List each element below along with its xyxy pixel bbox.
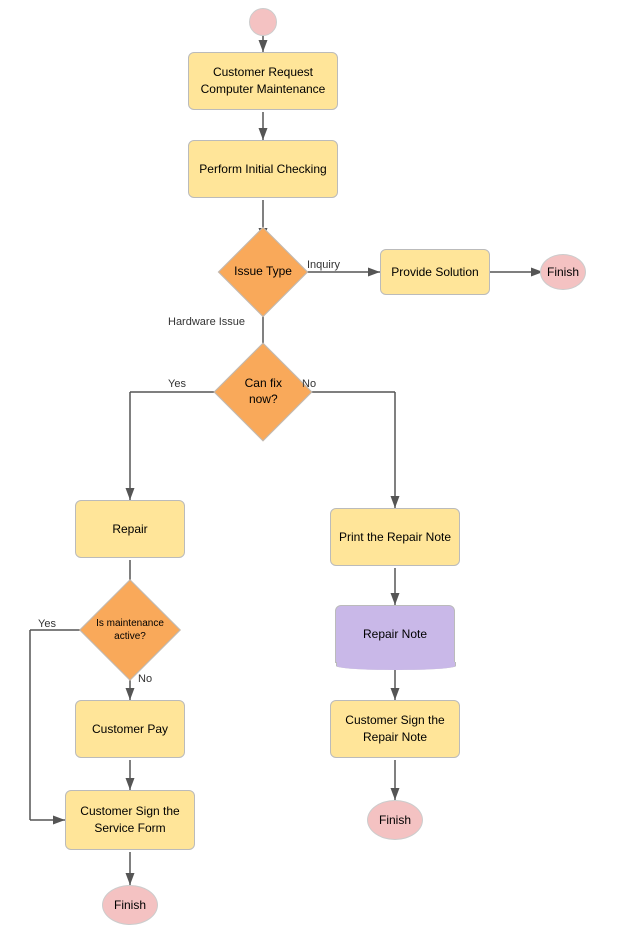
no-maint-label: No — [138, 673, 152, 685]
maintenance-label: Is maintenance active? — [95, 617, 165, 643]
finish3-label: Finish — [114, 898, 146, 912]
initial-check-label: Perform Initial Checking — [199, 162, 326, 176]
finish1-node: Finish — [540, 254, 586, 290]
inquiry-label: Inquiry — [307, 259, 340, 271]
issue-type-label: Issue Type — [234, 264, 292, 280]
flowchart: Customer Request Computer Maintenance Pe… — [0, 0, 636, 950]
customer-sign-form-label: Customer Sign the Service Form — [66, 803, 194, 837]
finish3-node: Finish — [102, 885, 158, 925]
print-note-label: Print the Repair Note — [339, 529, 451, 546]
customer-pay-label: Customer Pay — [92, 722, 168, 736]
can-fix-diamond: Can fix now? — [214, 343, 313, 442]
start-node — [249, 8, 277, 36]
customer-pay-node: Customer Pay — [75, 700, 185, 758]
initial-check-node: Perform Initial Checking — [188, 140, 338, 198]
finish2-node: Finish — [367, 800, 423, 840]
repair-note-doc-label: Repair Note — [363, 627, 427, 641]
finish2-label: Finish — [379, 813, 411, 827]
repair-label: Repair — [112, 522, 147, 536]
finish1-label: Finish — [547, 265, 579, 279]
repair-note-doc: Repair Note — [335, 605, 455, 663]
yes-maint-label: Yes — [38, 618, 56, 630]
customer-sign-note-label: Customer Sign the Repair Note — [331, 712, 459, 746]
customer-request-label: Customer Request Computer Maintenance — [201, 64, 326, 98]
provide-solution-node: Provide Solution — [380, 249, 490, 295]
issue-type-diamond: Issue Type — [218, 227, 309, 318]
maintenance-diamond: Is maintenance active? — [79, 579, 181, 681]
repair-node: Repair — [75, 500, 185, 558]
provide-solution-label: Provide Solution — [391, 265, 478, 279]
print-note-node: Print the Repair Note — [330, 508, 460, 566]
hardware-label: Hardware Issue — [168, 316, 245, 328]
customer-sign-note-node: Customer Sign the Repair Note — [330, 700, 460, 758]
no-fix-label: No — [302, 378, 316, 390]
customer-request-node: Customer Request Computer Maintenance — [188, 52, 338, 110]
customer-sign-form-node: Customer Sign the Service Form — [65, 790, 195, 850]
yes-fix-label: Yes — [168, 378, 186, 390]
can-fix-label: Can fix now? — [229, 376, 297, 407]
